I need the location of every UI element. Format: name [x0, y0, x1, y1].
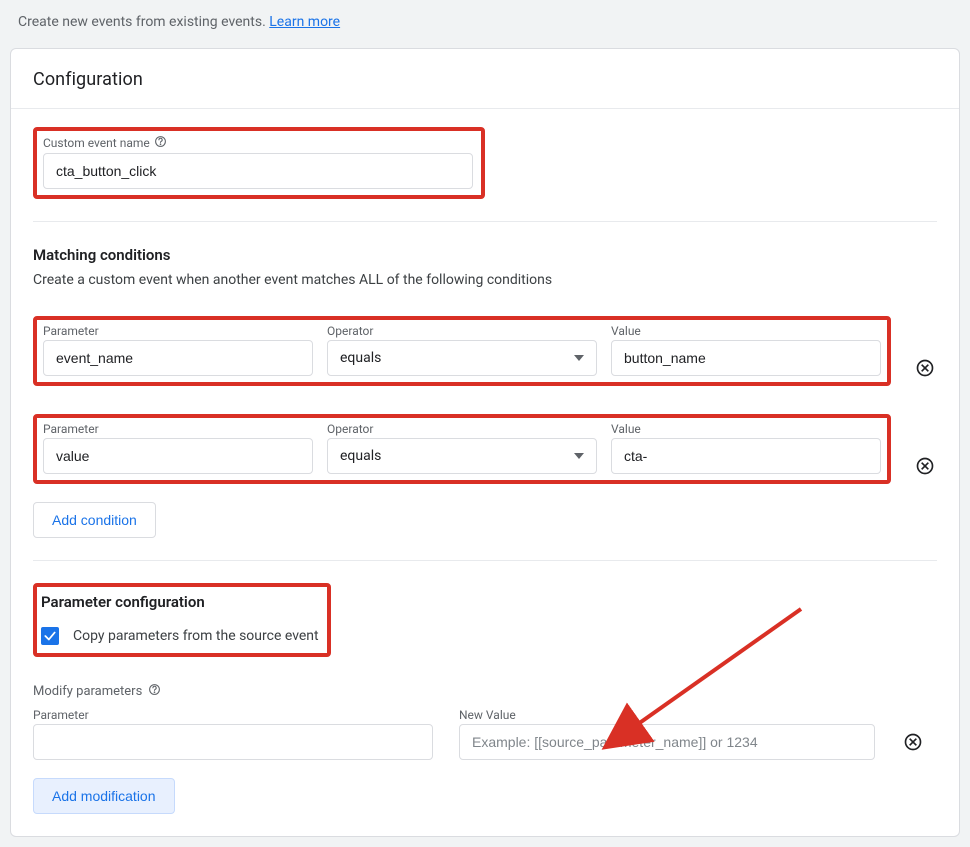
mod-new-value-input[interactable]: [459, 724, 875, 760]
operator-label: Operator: [327, 324, 373, 338]
parameter-label: Parameter: [43, 324, 99, 338]
remove-condition-button[interactable]: [913, 356, 937, 380]
condition-operator-value: equals: [340, 448, 381, 464]
check-icon: [43, 629, 57, 643]
mod-new-value-label: New Value: [459, 708, 516, 722]
value-label: Value: [611, 324, 641, 338]
condition-operator-select[interactable]: equals: [327, 438, 597, 474]
matching-conditions-heading: Matching conditions: [33, 246, 937, 264]
mod-parameter-label: Parameter: [33, 708, 89, 722]
learn-more-link[interactable]: Learn more: [269, 14, 340, 30]
help-icon[interactable]: [154, 135, 167, 151]
condition-value-input[interactable]: [611, 438, 881, 474]
modify-parameters-label: Modify parameters: [33, 684, 142, 699]
condition-value-input[interactable]: [611, 340, 881, 376]
help-icon[interactable]: [148, 683, 161, 700]
chevron-down-icon: [574, 355, 584, 361]
custom-event-name-label: Custom event name: [43, 136, 150, 150]
condition-parameter-input[interactable]: [43, 340, 313, 376]
configuration-card: Configuration Custom event name Matching…: [10, 48, 960, 837]
remove-modification-button[interactable]: [901, 730, 925, 754]
condition-operator-select[interactable]: equals: [327, 340, 597, 376]
custom-event-name-input[interactable]: [43, 153, 473, 189]
value-label: Value: [611, 422, 641, 436]
mod-parameter-input[interactable]: [33, 724, 433, 760]
parameter-configuration-heading: Parameter configuration: [41, 593, 319, 611]
card-title: Configuration: [11, 49, 959, 109]
chevron-down-icon: [574, 453, 584, 459]
parameter-label: Parameter: [43, 422, 99, 436]
matching-conditions-sub: Create a custom event when another event…: [33, 272, 937, 288]
add-modification-button[interactable]: Add modification: [33, 778, 175, 814]
intro-text: Create new events from existing events.: [18, 14, 269, 30]
copy-parameters-label: Copy parameters from the source event: [73, 628, 319, 644]
condition-parameter-input[interactable]: [43, 438, 313, 474]
add-condition-button[interactable]: Add condition: [33, 502, 156, 538]
copy-parameters-checkbox[interactable]: [41, 627, 59, 645]
remove-condition-button[interactable]: [913, 454, 937, 478]
condition-operator-value: equals: [340, 350, 381, 366]
operator-label: Operator: [327, 422, 373, 436]
